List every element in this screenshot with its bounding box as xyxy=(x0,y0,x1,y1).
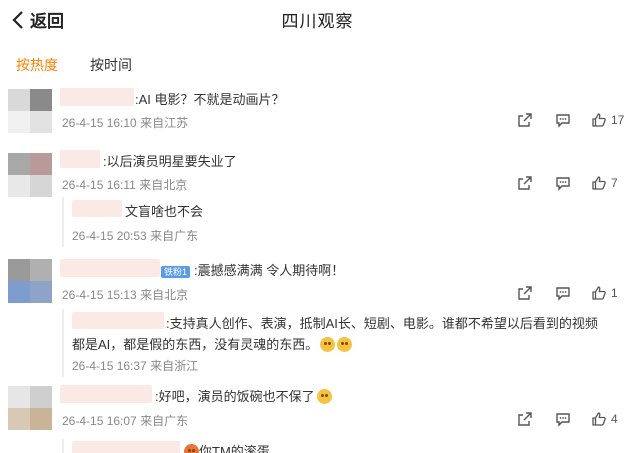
reply-button[interactable] xyxy=(555,411,571,427)
comment-date: 26-4-15 16:11 xyxy=(62,178,136,192)
comment-meta: 26-4-15 16:11 来自北京 xyxy=(62,176,187,193)
username-redacted[interactable] xyxy=(60,88,134,106)
comment-text: :好吧，演员的饭碗也不保了 xyxy=(155,389,315,404)
share-button[interactable] xyxy=(517,175,533,191)
like-count: 17 xyxy=(611,113,625,127)
share-button[interactable] xyxy=(517,285,533,301)
reply-item: 你TM的滚蛋 xyxy=(62,439,562,453)
comment-date: 26-4-15 15:13 xyxy=(62,288,137,302)
comment-icon xyxy=(556,287,570,301)
comment-actions: 4 xyxy=(517,411,618,427)
comment-location: 来自江苏 xyxy=(140,116,189,130)
comment-actions: 17 xyxy=(517,112,624,128)
reply-text: 文盲啥也不会 xyxy=(125,204,204,219)
smirk-emoji-icon xyxy=(337,337,353,352)
smirk-emoji-icon xyxy=(320,337,336,352)
reply-item: :支持真人创作、表演，抵制AI长、短剧、电影。谁都不希望以后看到的视频 都是AI… xyxy=(62,309,622,377)
sort-tabs: 按热度 按时间 xyxy=(0,50,635,80)
comment-meta: 26-4-15 16:07 来自广东 xyxy=(62,412,188,429)
comment-item: 铁粉1:震撼感满满 令人期待啊！ 26-4-15 15:13 来自北京 1 :支… xyxy=(0,256,635,378)
like-count: 4 xyxy=(611,412,618,426)
username-redacted[interactable] xyxy=(60,150,100,168)
reply-location: 来自浙江 xyxy=(150,359,199,373)
reply-username-redacted[interactable] xyxy=(72,200,122,217)
like-button[interactable]: 4 xyxy=(591,411,618,427)
reply-meta: 26-4-15 20:53 来自广东 xyxy=(72,227,198,244)
comment-meta: 26-4-15 16:10 来自江苏 xyxy=(62,114,188,131)
username-redacted[interactable] xyxy=(60,259,160,277)
fan-badge: 铁粉1 xyxy=(161,265,191,278)
username-redacted[interactable] xyxy=(60,385,152,403)
top-bar: 返回 四川观察 xyxy=(0,0,635,40)
comment-text: :AI 电影？不就是动画片？ xyxy=(135,92,285,107)
comment-item: :以后演员明星要失业了 26-4-15 16:11 来自北京 7 文盲啥也不会 … xyxy=(0,147,635,255)
comment-text: :震撼感满满 令人期待啊！ xyxy=(194,263,345,278)
angry-emoji-icon xyxy=(184,444,199,453)
reply-button[interactable] xyxy=(555,175,571,191)
comment-item: :AI 电影？不就是动画片？ 26-4-15 16:10 来自江苏 17 xyxy=(0,85,635,145)
avatar[interactable] xyxy=(8,259,52,303)
reply-location: 来自广东 xyxy=(150,229,199,243)
smirk-emoji-icon xyxy=(316,389,332,404)
reply-text-row: 你TM的滚蛋 xyxy=(182,441,270,453)
share-button[interactable] xyxy=(517,411,533,427)
share-icon xyxy=(518,286,532,300)
share-button[interactable] xyxy=(517,112,533,128)
reply-date: 26-4-15 20:53 xyxy=(72,229,147,243)
reply-username-redacted[interactable] xyxy=(72,441,180,453)
avatar[interactable] xyxy=(8,153,52,197)
reply-date: 26-4-15 16:37 xyxy=(72,359,147,373)
reply-text-line-2: 都是AI，都是假的东西，没有灵魂的东西。 xyxy=(72,337,319,352)
share-icon xyxy=(518,412,532,426)
comment-icon xyxy=(556,413,570,427)
reply-text-line-2-row: 都是AI，都是假的东西，没有灵魂的东西。 xyxy=(72,334,353,353)
comment-text-row: :好吧，演员的饭碗也不保了 xyxy=(155,386,332,405)
comment-meta: 26-4-15 15:13 来自北京 xyxy=(62,286,188,303)
thumbs-up-icon xyxy=(592,113,606,127)
like-count: 1 xyxy=(611,286,618,300)
like-button[interactable]: 17 xyxy=(591,112,624,128)
comment-text-row: 铁粉1:震撼感满满 令人期待啊！ xyxy=(161,260,344,279)
comment-actions: 7 xyxy=(517,175,618,191)
share-icon xyxy=(518,176,532,190)
back-button[interactable]: 返回 xyxy=(10,7,64,32)
back-label: 返回 xyxy=(30,12,64,31)
tab-sort-by-time[interactable]: 按时间 xyxy=(90,55,132,75)
reply-meta: 26-4-15 16:37 来自浙江 xyxy=(72,357,198,374)
reply-button[interactable] xyxy=(555,112,571,128)
reply-text-line-1: :支持真人创作、表演，抵制AI长、短剧、电影。谁都不希望以后看到的视频 xyxy=(166,316,598,331)
avatar[interactable] xyxy=(8,386,52,430)
comment-location: 来自北京 xyxy=(140,288,189,302)
thumbs-up-icon xyxy=(592,412,606,426)
comment-item: :好吧，演员的饭碗也不保了 26-4-15 16:07 来自广东 4 你TM的滚… xyxy=(0,382,635,453)
comment-date: 26-4-15 16:10 xyxy=(62,116,137,130)
chevron-left-icon xyxy=(12,10,23,29)
comment-text: :以后演员明星要失业了 xyxy=(103,154,237,169)
thumbs-up-icon xyxy=(592,286,606,300)
reply-username-redacted[interactable] xyxy=(72,312,164,329)
comment-date: 26-4-15 16:07 xyxy=(62,414,137,428)
reply-button[interactable] xyxy=(555,285,571,301)
reply-text: 你TM的滚蛋 xyxy=(199,444,270,453)
comment-actions: 1 xyxy=(517,285,618,301)
like-button[interactable]: 7 xyxy=(591,175,618,191)
thumbs-up-icon xyxy=(592,176,606,190)
comment-location: 来自广东 xyxy=(140,414,189,428)
tab-sort-by-hot[interactable]: 按热度 xyxy=(16,55,58,75)
like-count: 7 xyxy=(611,176,618,190)
page-title: 四川观察 xyxy=(281,12,354,31)
comment-icon xyxy=(556,177,570,191)
comment-icon xyxy=(556,114,570,128)
share-icon xyxy=(518,113,532,127)
avatar[interactable] xyxy=(8,89,52,133)
reply-item: 文盲啥也不会 26-4-15 20:53 来自广东 xyxy=(62,197,562,247)
comment-location: 来自北京 xyxy=(139,178,188,192)
like-button[interactable]: 1 xyxy=(591,285,618,301)
